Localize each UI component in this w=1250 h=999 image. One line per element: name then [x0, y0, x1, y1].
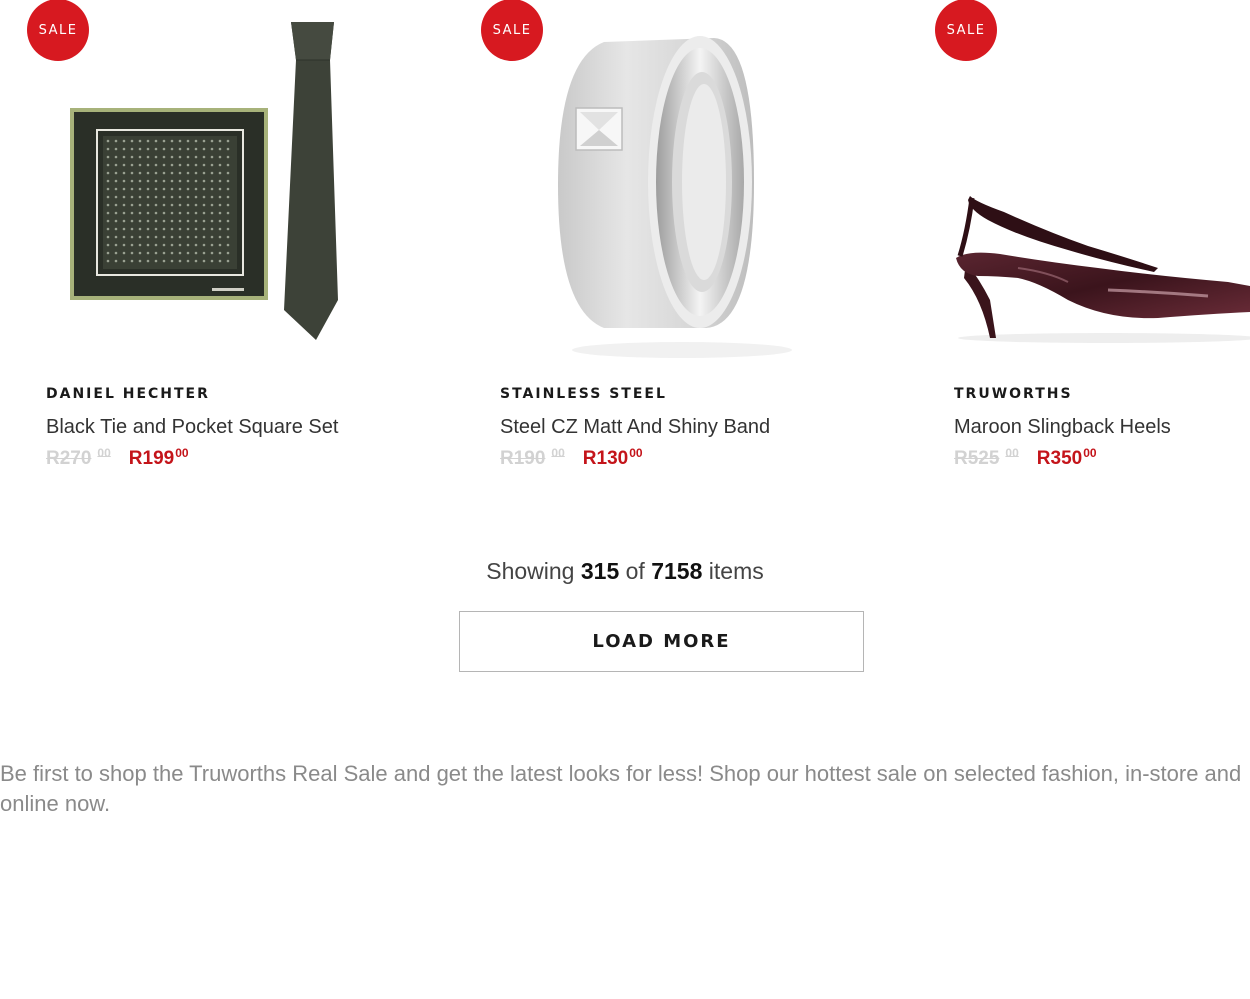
product-prices: R270 00 R19900	[46, 446, 189, 470]
product-prices: R190 00 R13000	[500, 446, 643, 470]
product-card[interactable]: SALE	[454, 0, 874, 480]
product-listing-page: SALE DANIEL HECHTER Black Tie and Pocket…	[0, 0, 1250, 999]
original-price-cents: 00	[1005, 446, 1019, 460]
product-brand: STAINLESS STEEL	[500, 386, 667, 402]
sale-price-cents: 00	[175, 446, 189, 460]
product-brand: DANIEL HECHTER	[46, 386, 210, 402]
sale-badge: SALE	[935, 0, 997, 61]
sale-badge: SALE	[481, 0, 543, 61]
product-name[interactable]: Steel CZ Matt And Shiny Band	[500, 416, 770, 439]
product-name[interactable]: Maroon Slingback Heels	[954, 416, 1171, 439]
items-label: items	[708, 558, 764, 584]
shown-count: 315	[580, 558, 620, 584]
original-price: R270 00	[46, 446, 111, 470]
original-price-amount: R525	[954, 448, 1000, 469]
original-price-cents: 00	[97, 446, 111, 460]
sale-price-cents: 00	[629, 446, 643, 460]
product-card[interactable]: SALE	[908, 0, 1250, 480]
sale-price-amount: R350	[1036, 448, 1083, 469]
sale-description: Be first to shop the Truworths Real Sale…	[0, 761, 1242, 816]
product-name[interactable]: Black Tie and Pocket Square Set	[46, 416, 338, 439]
showing-label: Showing	[486, 558, 575, 584]
sale-price: R19900	[128, 446, 189, 470]
sale-price: R13000	[582, 446, 643, 470]
original-price-cents: 00	[551, 446, 565, 460]
sale-price: R35000	[1036, 446, 1097, 470]
product-brand: TRUWORTHS	[954, 386, 1073, 402]
results-count: Showing 315 of 7158 items	[0, 558, 1250, 585]
sale-price-amount: R199	[128, 448, 175, 469]
sale-badge: SALE	[27, 0, 89, 61]
load-more-button[interactable]: LOAD MORE	[459, 611, 864, 672]
of-label: of	[625, 558, 645, 584]
original-price-amount: R190	[500, 448, 546, 469]
total-count: 7158	[651, 558, 703, 584]
product-card[interactable]: SALE	[0, 0, 420, 480]
product-prices: R525 00 R35000	[954, 446, 1097, 470]
original-price: R190 00	[500, 446, 565, 470]
sale-price-cents: 00	[1083, 446, 1097, 460]
original-price: R525 00	[954, 446, 1019, 470]
sale-price-amount: R130	[582, 448, 629, 469]
original-price-amount: R270	[46, 448, 92, 469]
